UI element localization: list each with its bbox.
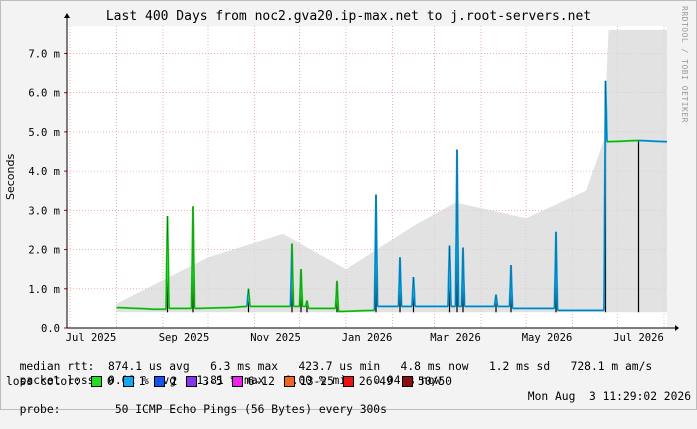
legend-label: 3-5 (202, 375, 223, 388)
legend-swatch (154, 376, 166, 387)
latency-chart: 0.0 1.0 m 2.0 m 3.0 m 4.0 m 5.0 m 6.0 m 7.0 m Ju… (28, 13, 679, 344)
loss-color-label: loss color: (6, 375, 81, 388)
legend-swatch (186, 376, 198, 387)
legend-label: 1 (138, 375, 146, 388)
y-tick-label: 7.0 m (28, 48, 60, 60)
legend-items: 0 1 2 3-5 6-12 13-25 26-49 50/50 (90, 375, 461, 388)
legend-swatch (401, 376, 413, 387)
legend-swatch (90, 376, 102, 387)
x-tick-label: Jan 2026 (342, 332, 393, 344)
x-axis-arrow (675, 325, 679, 331)
x-tick-label: Mar 2026 (430, 332, 481, 344)
y-axis-arrow (64, 13, 70, 18)
legend-label: 6-12 (247, 375, 275, 388)
legend-item: 6-12 (231, 375, 275, 388)
median-rtt-sd: 1.2 ms sd (488, 360, 551, 373)
x-tick-label: Jul 2026 (613, 332, 664, 344)
legend-item: 2 (154, 375, 177, 388)
x-tick-label: Sep 2025 (159, 332, 210, 344)
legend-item: 26-49 (342, 375, 393, 388)
y-tick-label: 2.0 m (28, 245, 60, 257)
legend-item: 13-25 (283, 375, 334, 388)
legend-item: 0 (90, 375, 114, 388)
legend-label: 13-25 (299, 375, 334, 388)
x-tick-label: Nov 2025 (250, 332, 301, 344)
y-tick-label: 6.0 m (28, 88, 60, 100)
y-tick-label: 1.0 m (28, 284, 60, 296)
x-tick-label: May 2026 (522, 332, 573, 344)
legend-swatch (342, 376, 354, 387)
y-tick-label: 0.0 (41, 323, 60, 335)
legend-item: 3-5 (186, 375, 223, 388)
legend-swatch (283, 376, 295, 387)
y-tick-label: 5.0 m (28, 127, 60, 139)
legend-label: 50/50 (417, 375, 452, 388)
y-tick-label: 3.0 m (28, 205, 60, 217)
legend-label: 26-49 (358, 375, 393, 388)
median-rtt-ams: 728.1 m am/s (570, 360, 653, 373)
x-tick-label: Jul 2025 (66, 332, 117, 344)
legend-label: 0 (106, 375, 114, 388)
legend-item: 50/50 (401, 375, 452, 388)
legend-label: 2 (170, 375, 178, 388)
legend-item: 1 (122, 375, 146, 388)
probe-date: Mon Aug 3 11:29:02 2026 (527, 390, 691, 403)
legend-swatch (231, 376, 243, 387)
y-tick-label: 4.0 m (28, 166, 60, 178)
legend-swatch (122, 376, 134, 387)
loss-color-legend: loss color: 0 1 2 3-5 6-12 13-25 26-49 50/50 (6, 375, 461, 388)
